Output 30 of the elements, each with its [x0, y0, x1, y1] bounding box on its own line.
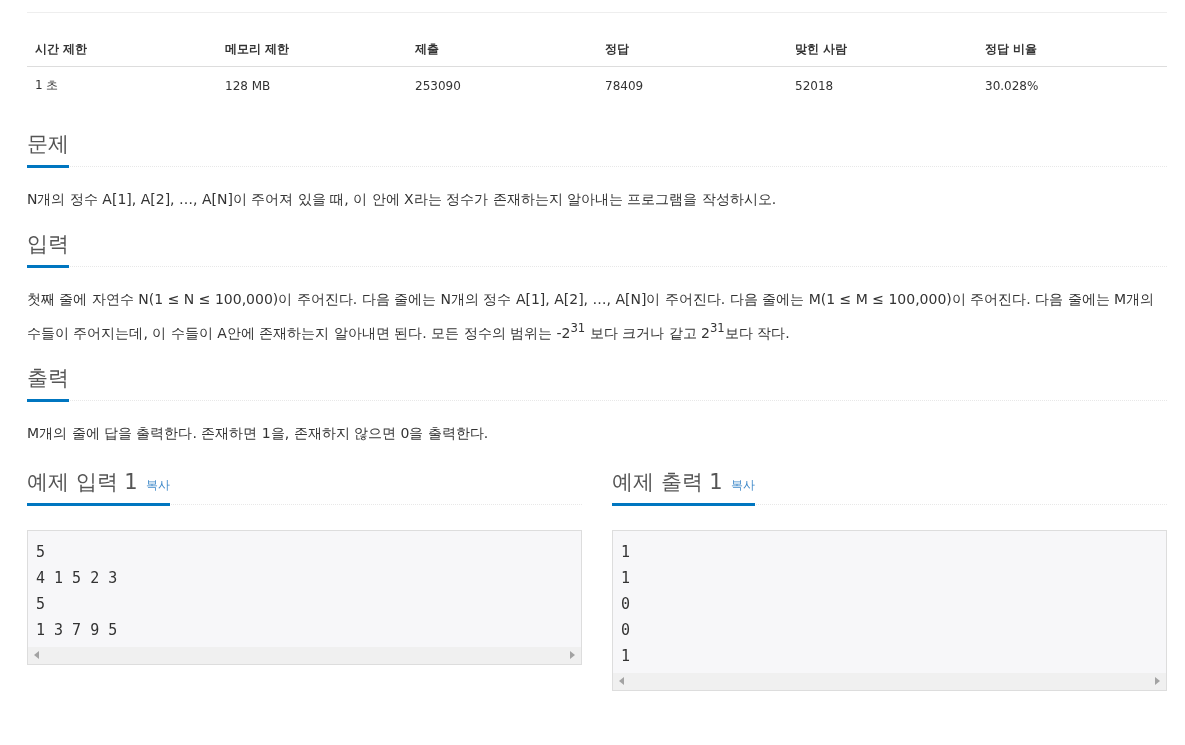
- section-text: 첫째 줄에 자연수 N(1 ≤ N ≤ 100,000)이 주어진다. 다음 줄에는 N개의 정수 A[1], A[2], …, A[N]이 주어진다. 다음 줄에는 M(1 ≤ M ≤ 100,000)이 주어진다. 다음 줄에는 M개의 수들이 주어지는데, 이 수들이 A안에 존재하는지 알아내면 된다. 모든 정수의 범위는 -2$^{31}$ 보다 크거나 같고 2$^{31}$보다 작다.: [27, 290, 1156, 343]
- sample-heading: 예제 출력 1: [612, 468, 723, 496]
- table-cell: 52018: [787, 66, 977, 104]
- sample-text: 5 4 1 5 2 3 5 1 3 7 9 5: [35, 541, 119, 641]
- copy-link[interactable]: 복사: [730, 476, 755, 494]
- section-heading: 문제: [27, 126, 69, 168]
- scroll-right-icon[interactable]: [1155, 677, 1160, 686]
- section-text: M개의 줄에 답을 출력한다. 존재하면 1을, 존재하지 않으면 0을 출력한다.: [27, 423, 490, 443]
- column-header: 제출: [407, 35, 597, 67]
- section-text: N개의 정수 A[1], A[2], …, A[N]이 주어져 있을 때, 이 안에 X라는 정수가 존재하는지 알아내는 프로그램을 작성하시오.: [27, 190, 778, 209]
- scrollbar[interactable]: [28, 646, 581, 664]
- sample-text: 1 1 0 0 1: [620, 541, 632, 667]
- column-header: 정답: [597, 35, 787, 67]
- column-header: 정답 비율: [977, 35, 1167, 67]
- table-cell: 1 초: [27, 66, 217, 104]
- section-heading: 출력: [27, 359, 69, 402]
- sample-heading: 예제 입력 1: [27, 468, 138, 496]
- section-heading: 입력: [27, 226, 69, 268]
- table-cell: 128 MB: [217, 66, 407, 104]
- column-header: 맞힌 사람: [787, 35, 977, 67]
- copy-link[interactable]: 복사: [145, 476, 170, 494]
- scroll-left-icon[interactable]: [34, 651, 39, 660]
- scrollbar[interactable]: [613, 672, 1166, 690]
- scroll-right-icon[interactable]: [570, 651, 575, 660]
- column-header: 시간 제한: [27, 35, 217, 67]
- scroll-left-icon[interactable]: [619, 677, 624, 686]
- table-cell: 30.028%: [977, 66, 1167, 104]
- column-header: 메모리 제한: [217, 35, 407, 67]
- table-cell: 253090: [407, 66, 597, 104]
- table-cell: 78409: [597, 66, 787, 104]
